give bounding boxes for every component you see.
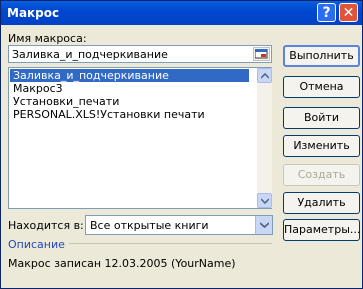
scroll-up-button[interactable]	[257, 68, 272, 83]
chevron-down-icon	[261, 198, 269, 204]
macro-name-label: Имя макроса:	[8, 32, 87, 45]
list-item[interactable]: PERSONAL.XLS!Установки печати	[10, 108, 249, 121]
close-button[interactable]: ✕	[339, 3, 358, 22]
title-bar[interactable]: Макрос ? ✕	[1, 1, 362, 25]
list-item[interactable]: Заливка_и_подчеркивание	[10, 69, 249, 82]
options-button[interactable]: Параметры...	[283, 219, 360, 241]
location-label: Находится в:	[8, 219, 84, 232]
cancel-button[interactable]: Отмена	[283, 76, 360, 98]
macro-name-value: Заливка_и_подчеркивание	[12, 48, 168, 61]
list-item[interactable]: Макрос3	[10, 82, 249, 95]
list-scrollbar[interactable]	[257, 68, 272, 208]
description-label: Описание	[8, 238, 69, 251]
edit-button[interactable]: Изменить	[283, 135, 360, 157]
dropdown-button[interactable]	[255, 216, 272, 234]
create-button: Создать	[283, 164, 360, 186]
collapse-dialog-button[interactable]	[253, 47, 270, 61]
macro-dialog: Макрос ? ✕ Имя макроса: Заливка_и_подчер…	[0, 0, 363, 289]
range-picker-icon	[255, 49, 268, 59]
step-into-button[interactable]: Войти	[283, 107, 360, 129]
macro-list[interactable]: Заливка_и_подчеркивание Макрос3 Установк…	[8, 67, 272, 209]
chevron-down-icon	[260, 222, 269, 228]
delete-button[interactable]: Удалить	[283, 192, 360, 214]
location-select[interactable]: Все открытые книги	[85, 215, 273, 235]
description-text: Макрос записан 12.03.2005 (YourName)	[8, 257, 236, 270]
run-button[interactable]: Выполнить	[283, 45, 360, 67]
chevron-up-icon	[261, 73, 269, 79]
location-value: Все открытые книги	[90, 219, 209, 232]
window-title: Макрос	[7, 6, 60, 20]
list-item[interactable]: Установки_печати	[10, 95, 249, 108]
macro-name-input[interactable]: Заливка_и_подчеркивание	[8, 45, 272, 63]
scroll-down-button[interactable]	[257, 193, 272, 208]
help-button[interactable]: ?	[317, 3, 336, 22]
